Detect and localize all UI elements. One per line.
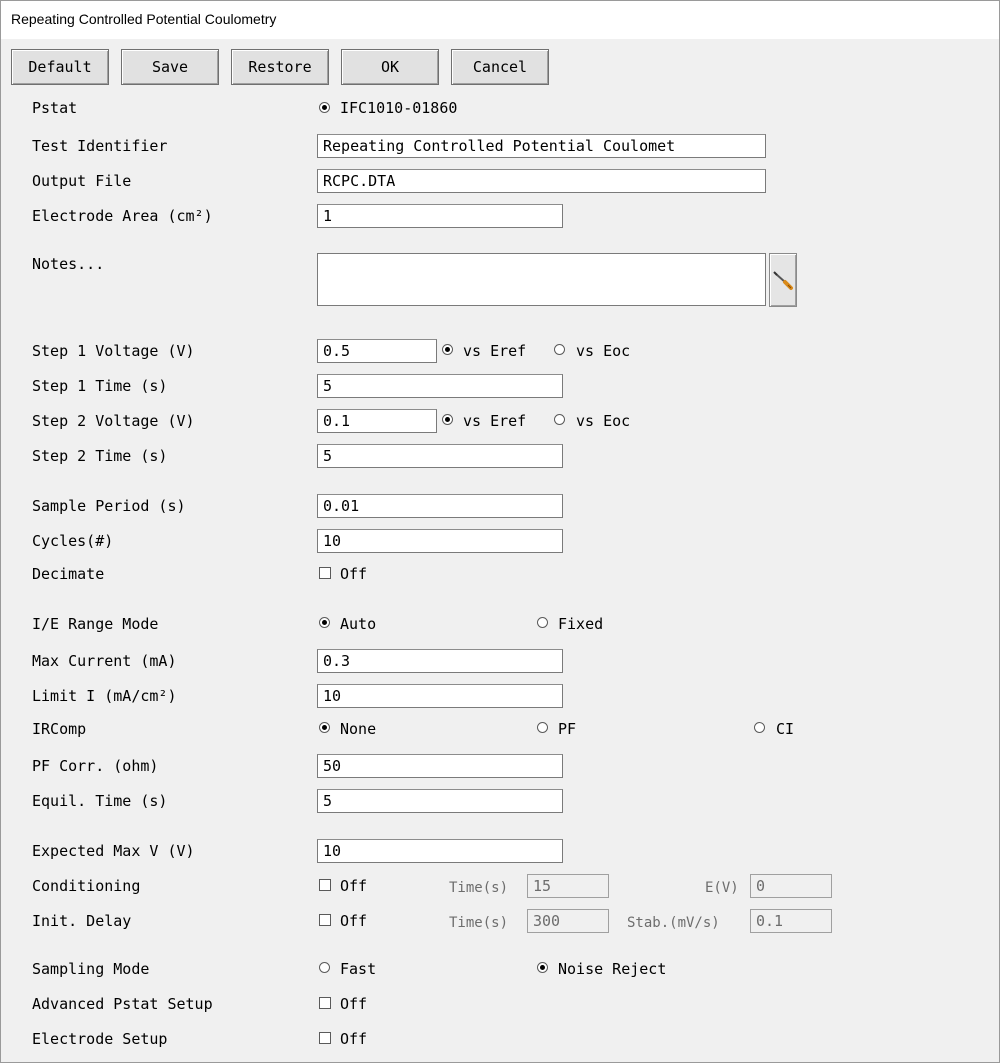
step1-time-label: Step 1 Time (s): [32, 377, 168, 395]
equil-time-label: Equil. Time (s): [32, 792, 168, 810]
max-current-label: Max Current (mA): [32, 652, 177, 670]
notes-label: Notes...: [32, 255, 105, 273]
test-identifier-input[interactable]: Repeating Controlled Potential Coulomet: [317, 134, 766, 158]
ircomp-ci-label: CI: [776, 720, 795, 738]
notes-edit-button[interactable]: [769, 253, 797, 307]
step2-vs-eref-radio[interactable]: [442, 414, 453, 425]
ircomp-label: IRComp: [32, 720, 87, 738]
output-file-input[interactable]: RCPC.DTA: [317, 169, 766, 193]
step2-vs-eoc-radio[interactable]: [554, 414, 565, 425]
cycles-input[interactable]: 10: [317, 529, 563, 553]
step1-vs-eref-radio[interactable]: [442, 344, 453, 355]
sampling-mode-label: Sampling Mode: [32, 960, 150, 978]
step2-vs-eoc-label: vs Eoc: [576, 412, 631, 430]
step2-time-label: Step 2 Time (s): [32, 447, 168, 465]
electrode-area-label: Electrode Area (cm²): [32, 207, 213, 225]
step2-voltage-input[interactable]: 0.1: [317, 409, 437, 433]
advanced-pstat-checkbox[interactable]: [319, 997, 331, 1009]
conditioning-check-label: Off: [340, 877, 368, 895]
title-bar: Repeating Controlled Potential Coulometr…: [1, 1, 999, 39]
step1-vs-eoc-label: vs Eoc: [576, 342, 631, 360]
sampling-fast-label: Fast: [340, 960, 377, 978]
ok-button[interactable]: OK: [341, 49, 439, 85]
decimate-checkbox[interactable]: [319, 567, 331, 579]
sampling-noise-reject-label: Noise Reject: [558, 960, 667, 978]
init-delay-stab-label: Stab.(mV/s): [627, 915, 720, 931]
init-delay-check-label: Off: [340, 912, 368, 930]
pf-corr-label: PF Corr. (ohm): [32, 757, 159, 775]
expected-max-v-input[interactable]: 10: [317, 839, 563, 863]
ircomp-pf-label: PF: [558, 720, 577, 738]
decimate-label: Decimate: [32, 565, 105, 583]
default-button[interactable]: Default: [11, 49, 109, 85]
cycles-label: Cycles(#): [32, 532, 114, 550]
pstat-radio[interactable]: [319, 102, 330, 113]
screwdriver-icon: [773, 271, 793, 290]
test-identifier-label: Test Identifier: [32, 137, 168, 155]
ie-range-mode-label: I/E Range Mode: [32, 615, 159, 633]
pf-corr-input[interactable]: 50: [317, 754, 563, 778]
advanced-pstat-check-label: Off: [340, 995, 368, 1013]
ie-range-auto-label: Auto: [340, 615, 377, 633]
ircomp-none-radio[interactable]: [319, 722, 330, 733]
pstat-value: IFC1010-01860: [340, 99, 458, 117]
ie-range-fixed-label: Fixed: [558, 615, 604, 633]
equil-time-input[interactable]: 5: [317, 789, 563, 813]
save-button[interactable]: Save: [121, 49, 219, 85]
conditioning-checkbox[interactable]: [319, 879, 331, 891]
window-title: Repeating Controlled Potential Coulometr…: [11, 11, 277, 27]
conditioning-e-input[interactable]: 0: [750, 874, 832, 898]
conditioning-time-label: Time(s): [449, 880, 509, 896]
sample-period-label: Sample Period (s): [32, 497, 186, 515]
max-current-input[interactable]: 0.3: [317, 649, 563, 673]
step2-vs-eref-label: vs Eref: [463, 412, 527, 430]
step2-time-input[interactable]: 5: [317, 444, 563, 468]
electrode-setup-check-label: Off: [340, 1030, 368, 1048]
conditioning-e-label: E(V): [705, 880, 739, 896]
ircomp-none-label: None: [340, 720, 377, 738]
step1-voltage-input[interactable]: 0.5: [317, 339, 437, 363]
pstat-label: Pstat: [32, 99, 78, 117]
init-delay-checkbox[interactable]: [319, 914, 331, 926]
conditioning-time-input[interactable]: 15: [527, 874, 609, 898]
sample-period-input[interactable]: 0.01: [317, 494, 563, 518]
electrode-setup-checkbox[interactable]: [319, 1032, 331, 1044]
notes-textarea[interactable]: [317, 253, 766, 306]
step2-voltage-label: Step 2 Voltage (V): [32, 412, 195, 430]
ie-range-fixed-radio[interactable]: [537, 617, 548, 628]
expected-max-v-label: Expected Max V (V): [32, 842, 195, 860]
limit-i-label: Limit I (mA/cm²): [32, 687, 177, 705]
dialog-window: Repeating Controlled Potential Coulometr…: [0, 0, 1000, 1063]
decimate-check-label: Off: [340, 565, 368, 583]
limit-i-input[interactable]: 10: [317, 684, 563, 708]
init-delay-time-input[interactable]: 300: [527, 909, 609, 933]
cancel-button[interactable]: Cancel: [451, 49, 549, 85]
step1-vs-eoc-radio[interactable]: [554, 344, 565, 355]
step1-time-input[interactable]: 5: [317, 374, 563, 398]
electrode-setup-label: Electrode Setup: [32, 1030, 168, 1048]
sampling-noise-reject-radio[interactable]: [537, 962, 548, 973]
output-file-label: Output File: [32, 172, 132, 190]
electrode-area-input[interactable]: 1: [317, 204, 563, 228]
sampling-fast-radio[interactable]: [319, 962, 330, 973]
advanced-pstat-label: Advanced Pstat Setup: [32, 995, 213, 1013]
step1-voltage-label: Step 1 Voltage (V): [32, 342, 195, 360]
ie-range-auto-radio[interactable]: [319, 617, 330, 628]
conditioning-label: Conditioning: [32, 877, 141, 895]
ircomp-ci-radio[interactable]: [754, 722, 765, 733]
init-delay-time-label: Time(s): [449, 915, 509, 931]
step1-vs-eref-label: vs Eref: [463, 342, 527, 360]
ircomp-pf-radio[interactable]: [537, 722, 548, 733]
init-delay-stab-input[interactable]: 0.1: [750, 909, 832, 933]
init-delay-label: Init. Delay: [32, 912, 132, 930]
restore-button[interactable]: Restore: [231, 49, 329, 85]
